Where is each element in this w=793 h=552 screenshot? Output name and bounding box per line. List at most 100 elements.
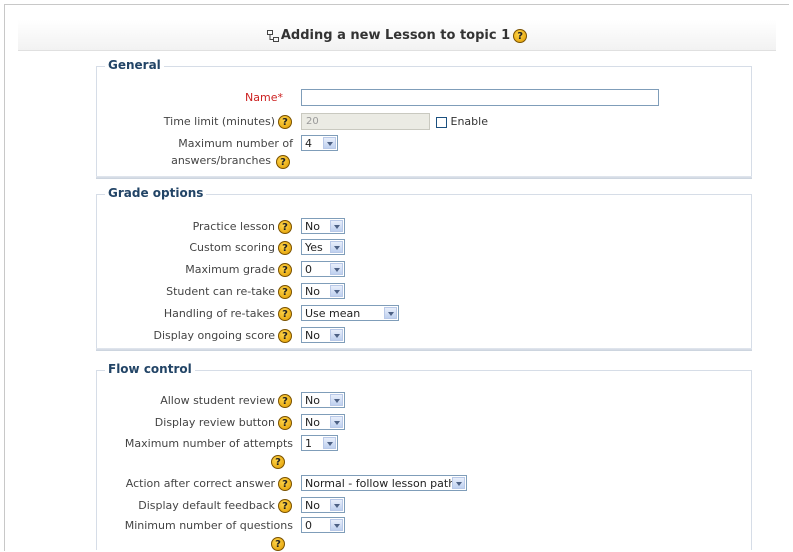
help-icon[interactable]: ?: [278, 241, 292, 255]
help-icon[interactable]: ?: [278, 416, 292, 430]
max-grade-row: Maximum grade ? 0: [97, 261, 753, 279]
section-general: General Name* Time limit (minutes) ? 20 …: [96, 58, 753, 176]
chevron-down-icon: [330, 394, 343, 406]
retake-row: Student can re-take ? No: [97, 283, 753, 301]
review-button-select[interactable]: No: [301, 414, 345, 430]
student-review-value: No: [305, 394, 320, 407]
review-button-label: Display review button: [154, 416, 275, 429]
practice-lesson-label: Practice lesson: [192, 220, 275, 233]
chevron-down-icon: [330, 499, 343, 511]
min-questions-select[interactable]: 0: [301, 517, 345, 533]
practice-lesson-row: Practice lesson ? No: [97, 218, 753, 236]
retake-select[interactable]: No: [301, 283, 345, 299]
practice-lesson-value: No: [305, 220, 320, 233]
ongoing-score-select[interactable]: No: [301, 327, 345, 343]
section-grade-options-legend: Grade options: [105, 186, 207, 200]
max-answers-select[interactable]: 4: [301, 135, 338, 151]
help-icon[interactable]: ?: [278, 115, 292, 129]
chevron-down-icon: [384, 307, 397, 319]
help-icon[interactable]: ?: [278, 477, 292, 491]
chevron-down-icon: [330, 416, 343, 428]
handling-retakes-label: Handling of re-takes: [163, 307, 275, 320]
enable-checkbox-group: Enable: [436, 115, 488, 128]
custom-scoring-row: Custom scoring ? Yes: [97, 239, 753, 257]
help-icon[interactable]: ?: [271, 537, 285, 551]
default-feedback-row: Display default feedback ? No: [97, 497, 753, 515]
max-attempts-row: Maximum number of attempts ? 1: [97, 435, 753, 469]
name-label: Name*: [245, 91, 283, 104]
action-after-correct-row: Action after correct answer ? Normal - f…: [97, 475, 753, 493]
max-grade-value: 0: [305, 263, 312, 276]
max-attempts-value: 1: [305, 437, 312, 450]
section-flow-control: Flow control Allow student review ? No D…: [96, 362, 753, 551]
min-questions-value: 0: [305, 519, 312, 532]
retake-label: Student can re-take: [166, 285, 275, 298]
help-icon[interactable]: ?: [278, 220, 292, 234]
name-row: Name*: [97, 89, 753, 107]
chevron-down-icon: [330, 285, 343, 297]
help-icon[interactable]: ?: [278, 307, 292, 321]
ongoing-score-value: No: [305, 329, 320, 342]
max-grade-select[interactable]: 0: [301, 261, 345, 277]
retake-value: No: [305, 285, 320, 298]
help-icon[interactable]: ?: [513, 28, 528, 43]
page-title: Adding a new Lesson to topic 1: [280, 28, 511, 43]
section-flow-control-legend: Flow control: [105, 362, 195, 376]
student-review-select[interactable]: No: [301, 392, 345, 408]
max-grade-label: Maximum grade: [185, 263, 275, 276]
student-review-row: Allow student review ? No: [97, 392, 753, 410]
lesson-icon: [266, 29, 279, 42]
chevron-down-icon: [330, 329, 343, 341]
section-divider: [96, 348, 752, 351]
name-input[interactable]: [301, 89, 659, 106]
help-icon[interactable]: ?: [276, 155, 290, 169]
time-limit-input[interactable]: 20: [301, 113, 430, 130]
chevron-down-icon: [323, 137, 336, 149]
max-answers-row: Maximum number of answers/branches ? 4: [97, 135, 753, 169]
custom-scoring-value: Yes: [305, 241, 323, 254]
section-grade-options: Grade options Practice lesson ? No Custo…: [96, 186, 753, 348]
handling-retakes-select[interactable]: Use mean: [301, 305, 399, 321]
default-feedback-select[interactable]: No: [301, 497, 345, 513]
max-answers-value: 4: [305, 137, 312, 150]
page-title-row: Adding a new Lesson to topic 1 ?: [18, 28, 776, 43]
student-review-label: Allow student review: [160, 394, 275, 407]
chevron-down-icon: [330, 263, 343, 275]
min-questions-label: Minimum number of questions: [124, 519, 293, 532]
help-icon[interactable]: ?: [271, 455, 285, 469]
custom-scoring-select[interactable]: Yes: [301, 239, 345, 255]
help-icon[interactable]: ?: [278, 394, 292, 408]
help-icon[interactable]: ?: [278, 263, 292, 277]
enable-label: Enable: [450, 115, 488, 128]
default-feedback-label: Display default feedback: [138, 499, 275, 512]
review-button-row: Display review button ? No: [97, 414, 753, 432]
help-icon[interactable]: ?: [278, 499, 292, 513]
chevron-down-icon: [330, 519, 343, 531]
section-divider: [96, 176, 752, 179]
min-questions-row: Minimum number of questions ? 0: [97, 517, 753, 551]
chevron-down-icon: [452, 477, 465, 489]
chevron-down-icon: [330, 241, 343, 253]
action-after-correct-value: Normal - follow lesson path: [305, 477, 456, 490]
help-icon[interactable]: ?: [278, 285, 292, 299]
max-attempts-select[interactable]: 1: [301, 435, 338, 451]
chevron-down-icon: [323, 437, 336, 449]
max-answers-label-line2: answers/branches: [171, 154, 271, 167]
action-after-correct-select[interactable]: Normal - follow lesson path: [301, 475, 467, 491]
handling-retakes-value: Use mean: [305, 307, 361, 320]
practice-lesson-select[interactable]: No: [301, 218, 345, 234]
chevron-down-icon: [330, 220, 343, 232]
time-limit-label: Time limit (minutes): [163, 115, 275, 128]
default-feedback-value: No: [305, 499, 320, 512]
help-icon[interactable]: ?: [278, 329, 292, 343]
ongoing-score-row: Display ongoing score ? No: [97, 327, 753, 345]
enable-checkbox[interactable]: [436, 116, 447, 128]
action-after-correct-label: Action after correct answer: [125, 477, 275, 490]
handling-retakes-row: Handling of re-takes ? Use mean: [97, 305, 753, 323]
review-button-value: No: [305, 416, 320, 429]
ongoing-score-label: Display ongoing score: [153, 329, 275, 342]
page-header: Adding a new Lesson to topic 1 ?: [18, 20, 776, 51]
section-general-legend: General: [105, 58, 164, 72]
custom-scoring-label: Custom scoring: [189, 241, 275, 254]
time-limit-row: Time limit (minutes) ? 20 Enable: [97, 113, 753, 131]
